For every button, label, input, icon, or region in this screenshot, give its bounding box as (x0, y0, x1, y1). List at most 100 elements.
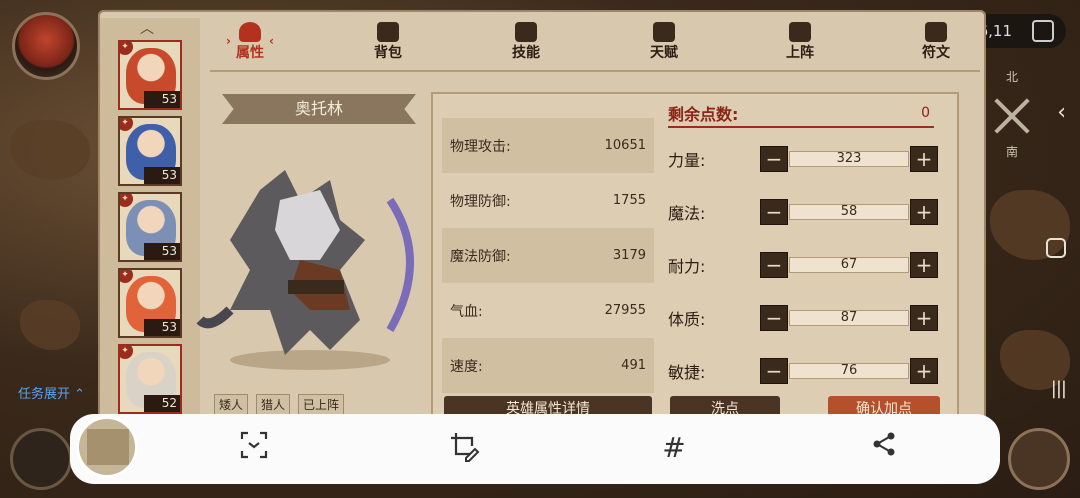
flame-icon (239, 22, 261, 42)
attribute-value: 58 (789, 204, 909, 220)
attribute-label: 耐力: (668, 257, 706, 276)
attribute-row-strength: 力量: −323 + (668, 144, 940, 174)
hero-name: 奥托林 (222, 94, 416, 124)
stat-label: 魔法防御: (450, 248, 511, 265)
roster-hero-2[interactable]: ✦ 53 (118, 116, 182, 186)
plus-button[interactable]: + (910, 305, 938, 331)
minus-button[interactable]: − (760, 305, 788, 331)
stat-row: 气血: 27955 (442, 283, 654, 338)
hero-level: 53 (144, 243, 180, 260)
attribute-value: 87 (789, 310, 909, 326)
tab-label: 上阵 (786, 45, 814, 61)
class-badge-icon: ✦ (120, 346, 133, 359)
class-badge-icon: ✦ (120, 194, 133, 207)
class-badge-icon: ✦ (120, 42, 133, 55)
compass-south: 南 (1005, 145, 1018, 159)
edit-crop-icon[interactable] (444, 430, 484, 466)
stat-label: 物理攻击: (450, 138, 511, 155)
tab-runes[interactable]: 符文 (896, 20, 976, 68)
stat-value: 10651 (604, 138, 646, 153)
attribute-row-magic: 魔法: −58 + (668, 197, 940, 227)
bottom-left-round-button[interactable] (10, 428, 72, 490)
tab-talent[interactable]: 天赋 (624, 20, 704, 68)
tab-label: 符文 (922, 45, 950, 61)
roster-hero-1[interactable]: ✦ 53 (118, 40, 182, 110)
chevron-left-icon[interactable]: ‹ (1057, 100, 1066, 125)
class-badge-icon: ✦ (120, 270, 133, 283)
tab-deploy[interactable]: 上阵 (760, 20, 840, 68)
attribute-label: 敏捷: (668, 363, 706, 382)
roster-hero-5[interactable]: ✦ 52 (118, 344, 182, 414)
attribute-row-agility: 敏捷: −76 + (668, 356, 940, 386)
home-nav-icon[interactable] (1046, 238, 1066, 258)
stat-row: 物理防御: 1755 (442, 173, 654, 228)
book-icon (515, 22, 537, 42)
stat-value: 27955 (604, 303, 646, 318)
bottom-right-round-button[interactable] (1008, 428, 1070, 490)
tab-label: 技能 (512, 45, 540, 61)
bag-icon (377, 22, 399, 42)
attribute-label: 魔法: (668, 204, 706, 223)
crossed-swords-icon (789, 22, 811, 42)
tab-bar: › 属性 ‹ 背包 技能 天赋 上阵 符文 (210, 20, 980, 72)
stat-value: 491 (621, 358, 646, 373)
roster-hero-3[interactable]: ✦ 53 (118, 192, 182, 262)
tab-attributes[interactable]: › 属性 ‹ (210, 20, 290, 68)
plus-button[interactable]: + (910, 358, 938, 384)
tab-label: 背包 (374, 45, 402, 61)
roster-hero-4[interactable]: ✦ 53 (118, 268, 182, 338)
scroll-up-icon[interactable]: ︿ (140, 18, 154, 38)
stat-value: 1755 (612, 193, 646, 208)
task-expand-label: 任务展开 (18, 387, 71, 402)
attribute-value: 76 (789, 363, 909, 379)
attribute-value: 323 (789, 151, 909, 167)
attribute-row-stamina: 耐力: −67 + (668, 250, 940, 280)
minus-button[interactable]: − (760, 358, 788, 384)
minus-button[interactable]: − (760, 199, 788, 225)
screenshot-toolbar (70, 414, 1000, 484)
eye-icon (653, 22, 675, 42)
hashtag-icon[interactable]: # (654, 430, 694, 466)
attribute-row-constitution: 体质: −87 + (668, 303, 940, 333)
plus-button[interactable]: + (910, 252, 938, 278)
hero-roster: ︿ ✦ 53 ✦ 53 ✦ 53 ✦ 53 ✦ 52 (100, 18, 200, 418)
hero-level: 53 (144, 319, 180, 336)
stat-label: 物理防御: (450, 193, 511, 210)
remaining-points: 剩余点数: 0 (668, 100, 934, 128)
hero-character-art (196, 170, 414, 370)
hero-tags: 矮人 猎人 已上阵 (214, 394, 345, 415)
class-tag: 猎人 (256, 394, 291, 415)
attribute-value: 67 (789, 257, 909, 273)
scan-icon[interactable] (234, 430, 274, 466)
compass: 北 南 (988, 68, 1036, 168)
minus-button[interactable]: − (760, 252, 788, 278)
attribute-label: 力量: (668, 151, 706, 170)
stat-row: 魔法防御: 3179 (442, 228, 654, 283)
plus-button[interactable]: + (910, 146, 938, 172)
compass-north: 北 (1005, 70, 1018, 84)
stat-label: 气血: (450, 303, 483, 320)
tab-backpack[interactable]: 背包 (348, 20, 428, 68)
recent-apps-icon[interactable]: ||| (1051, 378, 1067, 399)
hero-level: 53 (144, 91, 180, 108)
minus-button[interactable]: − (760, 146, 788, 172)
class-badge-icon: ✦ (120, 118, 133, 131)
compass-icon (989, 93, 1035, 139)
hero-level: 52 (144, 395, 180, 412)
race-tag: 矮人 (214, 394, 249, 415)
player-avatar[interactable] (12, 12, 80, 80)
screenshot-thumbnail[interactable] (76, 416, 138, 478)
deployed-tag: 已上阵 (298, 394, 345, 415)
share-icon[interactable] (864, 430, 904, 466)
stat-row: 物理攻击: 10651 (442, 118, 654, 173)
rune-icon (925, 22, 947, 42)
tab-label: 天赋 (650, 45, 678, 61)
hero-level: 53 (144, 167, 180, 184)
task-expand-button[interactable]: 任务展开 ⌃ (18, 383, 85, 402)
plus-button[interactable]: + (910, 199, 938, 225)
attribute-label: 体质: (668, 310, 706, 329)
fullscreen-icon[interactable] (1032, 20, 1054, 42)
tab-skills[interactable]: 技能 (486, 20, 566, 68)
stat-row: 速度: 491 (442, 338, 654, 393)
stat-label: 速度: (450, 358, 483, 375)
